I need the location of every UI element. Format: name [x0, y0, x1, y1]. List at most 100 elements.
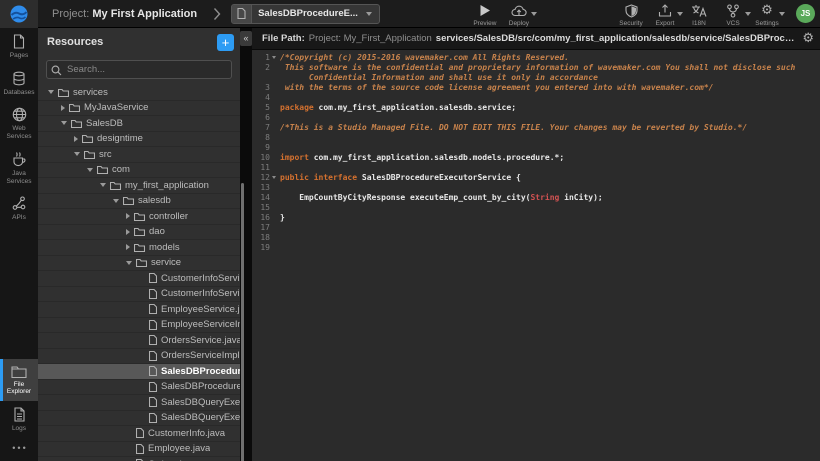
line-number: 16: [252, 213, 272, 223]
code-line: 1/*Copyright (c) 2015-2016 wavemaker.com…: [252, 53, 820, 63]
tree-item-service[interactable]: service: [38, 256, 240, 272]
file-icon: [149, 335, 157, 345]
deploy-button[interactable]: Deploy: [502, 1, 536, 27]
tree-item-dao[interactable]: dao: [38, 225, 240, 241]
line-number: 3: [252, 83, 272, 93]
resources-tree: servicesMyJavaService SalesDBdesigntimesr…: [38, 85, 240, 461]
file-icon: [149, 382, 157, 392]
chevron-down-icon[interactable]: [100, 183, 106, 187]
tree-item-ordersservice-java[interactable]: OrdersService.java: [38, 333, 240, 349]
chevron-right-icon[interactable]: [74, 136, 78, 142]
tree-item-controller[interactable]: controller: [38, 209, 240, 225]
chevron-down-icon[interactable]: [87, 168, 93, 172]
chevron-right-icon[interactable]: [61, 105, 65, 111]
tree-item-models[interactable]: models: [38, 240, 240, 256]
line-number: 13: [252, 183, 272, 193]
chevron-right-icon[interactable]: [126, 244, 130, 250]
tree-item-services[interactable]: services: [38, 85, 240, 101]
settings-button[interactable]: ⚙ Settings: [750, 1, 784, 27]
folder-icon: [82, 134, 93, 143]
line-number: 18: [252, 233, 272, 243]
tree-item-label: models: [149, 242, 180, 253]
tree-item-employeeserviceimpl-java[interactable]: EmployeeServiceImpl.java: [38, 318, 240, 334]
preview-icon: [479, 4, 491, 18]
tree-item-salesdbprocedureexecutor[interactable]: SalesDBProcedureExecutor: [38, 364, 240, 380]
sidebar-item-apis[interactable]: APIs: [0, 190, 38, 227]
vcs-button[interactable]: VCS: [716, 1, 750, 27]
tree-item-customerinfoserviceimpl-java[interactable]: CustomerInfoServiceImpl.java: [38, 287, 240, 303]
code-line: 13: [252, 183, 820, 193]
sidebar-item-logs[interactable]: Logs: [0, 401, 38, 438]
chevron-down-icon[interactable]: [74, 152, 80, 156]
sidebar-item-web-services[interactable]: Web Services: [0, 101, 38, 145]
toolbar-right: Security Export I18N VCS: [614, 1, 784, 27]
sidebar-item-databases[interactable]: Databases: [0, 65, 38, 102]
more-options-button[interactable]: •••: [0, 437, 38, 461]
tree-item-com[interactable]: com: [38, 163, 240, 179]
line-number: [252, 73, 272, 83]
user-avatar[interactable]: JS: [796, 4, 815, 23]
tree-scrollbar[interactable]: [241, 183, 244, 461]
folder-icon: [134, 243, 145, 252]
tree-item-employee-java[interactable]: Employee.java: [38, 442, 240, 458]
tree-item-my-first-application[interactable]: my_first_application: [38, 178, 240, 194]
folder-icon: [84, 150, 95, 159]
open-file-dropdown[interactable]: SalesDBProcedureE...: [231, 4, 380, 24]
tree-item-salesdbqueryexecutorser[interactable]: SalesDBQueryExecutorSer: [38, 411, 240, 427]
chevron-down-icon[interactable]: [113, 199, 119, 203]
i18n-label: I18N: [692, 20, 706, 27]
code-line: 7/*This is a Studio Managed File. DO NOT…: [252, 123, 820, 133]
fold-icon[interactable]: [272, 176, 276, 179]
wavemaker-logo[interactable]: [0, 0, 38, 28]
tree-item-employeeservice-java[interactable]: EmployeeService.java: [38, 302, 240, 318]
search-input[interactable]: [46, 60, 232, 79]
sidebar-item-java-services[interactable]: Java Services: [0, 145, 38, 190]
settings-gear-icon: ⚙: [761, 4, 773, 18]
databases-icon: [12, 71, 26, 86]
project-label: Project:: [52, 8, 89, 20]
code-line: 18: [252, 233, 820, 243]
project-title: Project: My First Application: [52, 8, 197, 20]
tree-item-salesdbprocedureexecutor[interactable]: SalesDBProcedureExecutor: [38, 380, 240, 396]
tree-item-salesdb[interactable]: SalesDB: [38, 116, 240, 132]
add-resource-button[interactable]: +: [217, 34, 234, 51]
chevron-down-icon[interactable]: [61, 121, 67, 125]
tree-item-designtime[interactable]: designtime: [38, 132, 240, 148]
file-icon: [149, 397, 157, 407]
folder-icon: [136, 258, 147, 267]
file-icon: [136, 428, 144, 438]
sidebar-item-pages[interactable]: Pages: [0, 28, 38, 65]
code-line: 4: [252, 93, 820, 103]
tree-item-myjavaservice[interactable]: MyJavaService: [38, 101, 240, 117]
security-icon: [625, 4, 638, 18]
tree-item-customerinfoservice-java[interactable]: CustomerInfoService.java: [38, 271, 240, 287]
preview-button[interactable]: Preview: [468, 1, 502, 27]
chevron-right-icon[interactable]: [126, 213, 130, 219]
code-content[interactable]: 1/*Copyright (c) 2015-2016 wavemaker.com…: [252, 50, 820, 461]
chevron-down-icon[interactable]: [126, 261, 132, 265]
i18n-button[interactable]: I18N: [682, 1, 716, 27]
tree-item-label: MyJavaService: [84, 102, 148, 113]
tree-item-label: CustomerInfoService.java: [161, 273, 240, 284]
code-line: 17: [252, 223, 820, 233]
chevron-right-icon[interactable]: [126, 229, 130, 235]
chevron-down-icon[interactable]: [48, 90, 54, 94]
tree-item-orders-java[interactable]: Orders.java: [38, 457, 240, 461]
editor-settings-gear-icon[interactable]: ⚙: [802, 32, 814, 45]
tree-item-src[interactable]: src: [38, 147, 240, 163]
line-number: 8: [252, 133, 272, 143]
tree-item-salesdb[interactable]: salesdb: [38, 194, 240, 210]
sidebar-spacer: [0, 227, 38, 359]
fold-icon[interactable]: [272, 56, 276, 59]
line-number: 19: [252, 243, 272, 253]
security-button[interactable]: Security: [614, 1, 648, 27]
file-path-value: services/SalesDB/src/com/my_first_applic…: [436, 33, 797, 44]
tree-item-label: controller: [149, 211, 188, 222]
sidebar-item-file-explorer[interactable]: File Explorer: [0, 359, 38, 401]
tree-item-salesdbqueryexecutorser[interactable]: SalesDBQueryExecutorSer: [38, 395, 240, 411]
tree-item-ordersserviceimpl-java[interactable]: OrdersServiceImpl.java: [38, 349, 240, 365]
export-button[interactable]: Export: [648, 1, 682, 27]
collapse-panel-button[interactable]: «: [240, 31, 252, 46]
code-line: 3 with the terms of the source code lice…: [252, 83, 820, 93]
tree-item-customerinfo-java[interactable]: CustomerInfo.java: [38, 426, 240, 442]
